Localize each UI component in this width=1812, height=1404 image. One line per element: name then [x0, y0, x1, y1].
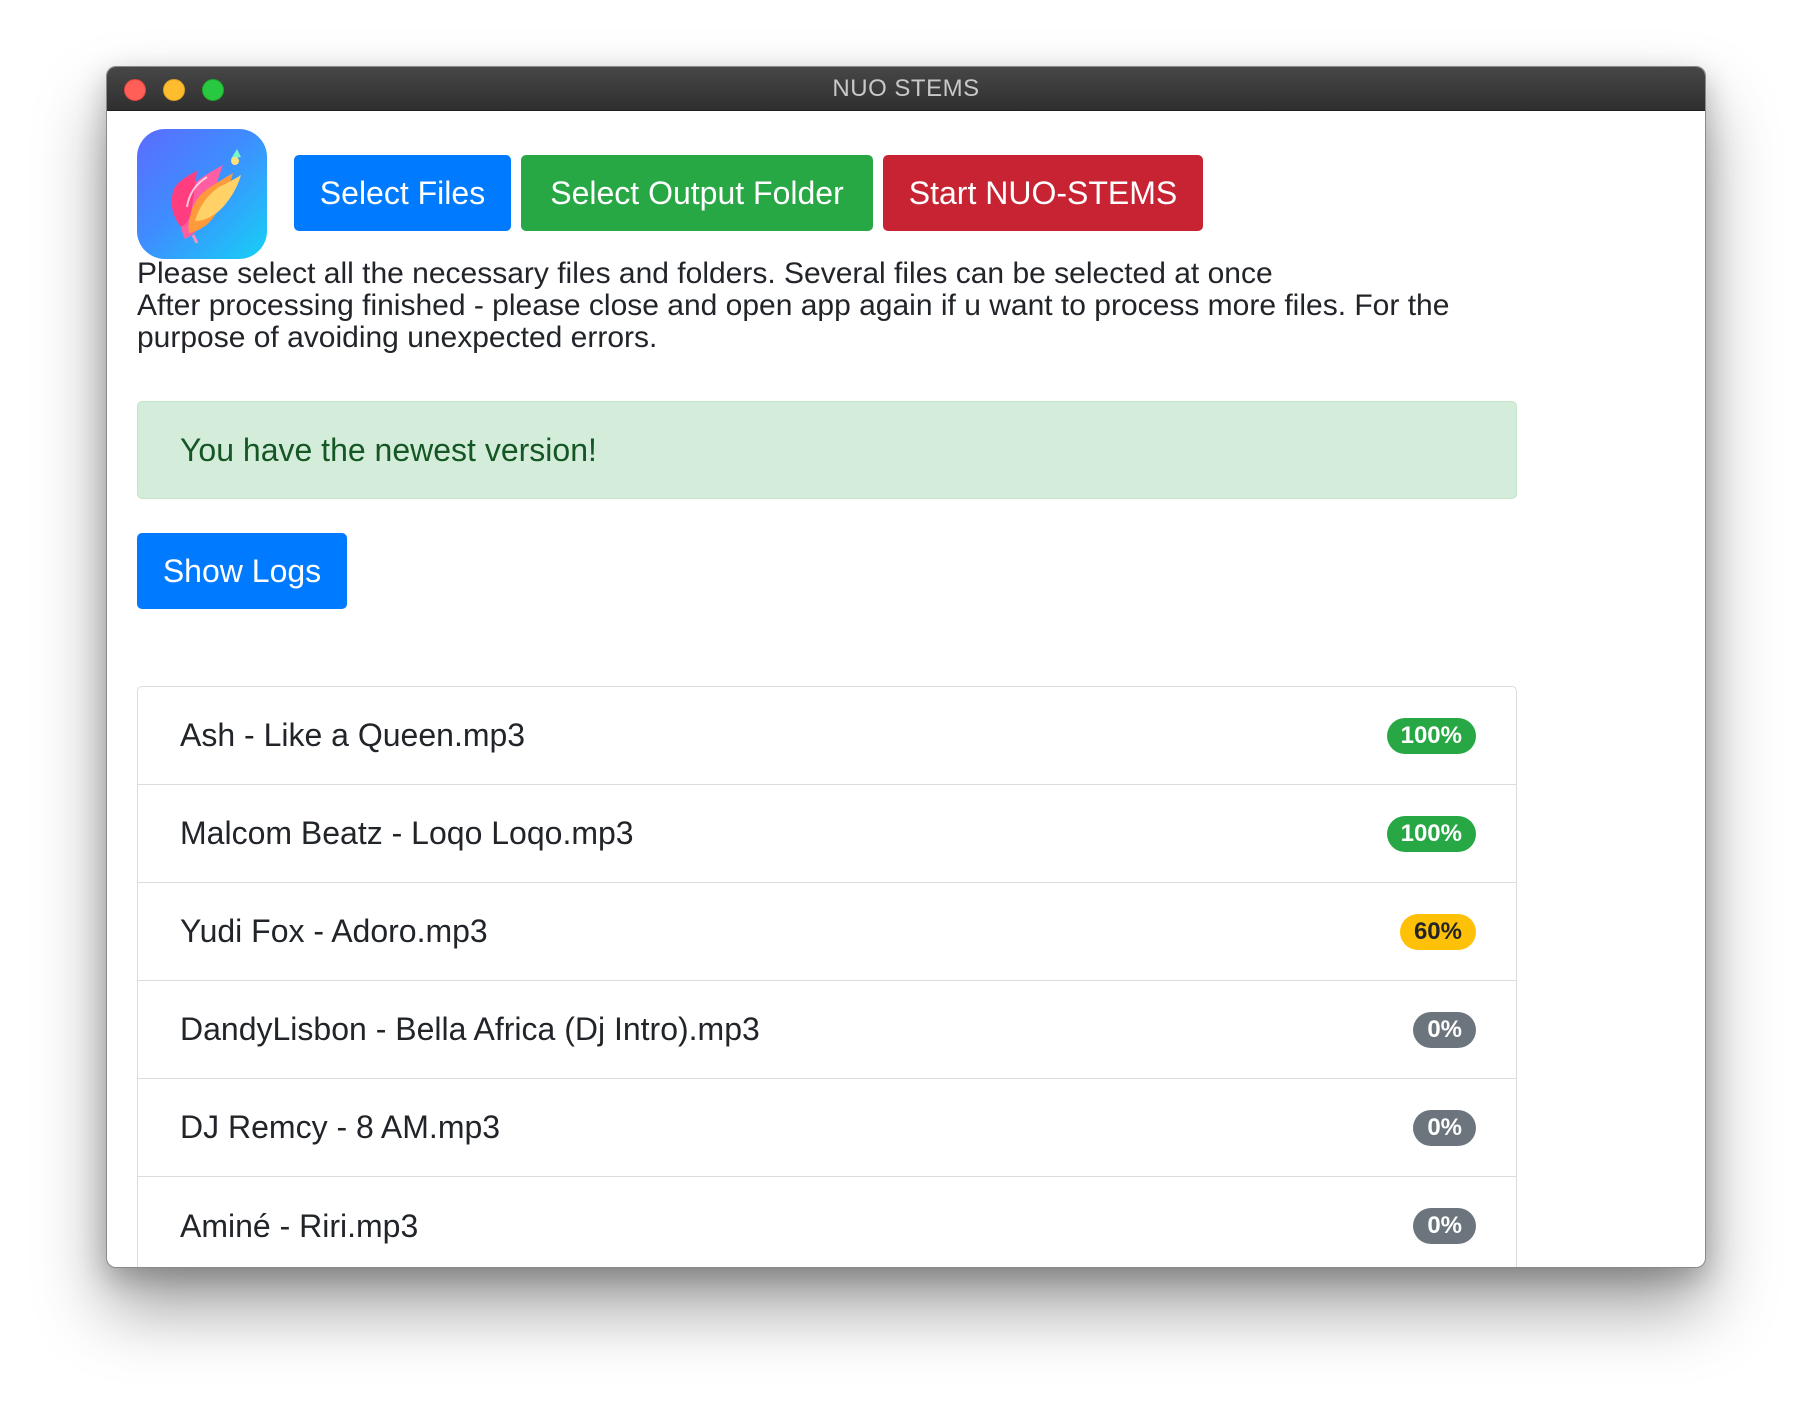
file-list-item[interactable]: Ash - Like a Queen.mp3 100% — [138, 687, 1516, 785]
app-logo-icon — [137, 129, 267, 259]
progress-badge: 60% — [1399, 913, 1476, 950]
file-name: DJ Remcy - 8 AM.mp3 — [180, 1109, 501, 1145]
window-title: NUO STEMS — [832, 75, 980, 102]
start-nuo-stems-button[interactable]: Start NUO-STEMS — [883, 155, 1203, 231]
show-logs-button[interactable]: Show Logs — [137, 533, 347, 609]
file-name: Aminé - Riri.mp3 — [180, 1207, 419, 1244]
instructions-line-2: After processing finished - please close… — [137, 289, 1450, 354]
file-list-item[interactable]: Yudi Fox - Adoro.mp3 60% — [138, 883, 1516, 981]
title-bar[interactable]: NUO STEMS — [107, 67, 1705, 111]
file-list-item[interactable]: DJ Remcy - 8 AM.mp3 0% — [138, 1079, 1516, 1177]
file-list-item[interactable]: DandyLisbon - Bella Africa (Dj Intro).mp… — [138, 981, 1516, 1079]
file-name: Malcom Beatz - Loqo Loqo.mp3 — [180, 815, 634, 851]
file-list-item[interactable]: Aminé - Riri.mp3 0% — [138, 1177, 1516, 1267]
file-list: Ash - Like a Queen.mp3 100% Malcom Beatz… — [137, 686, 1517, 1267]
progress-badge: 100% — [1386, 815, 1476, 852]
file-name: Yudi Fox - Adoro.mp3 — [180, 913, 488, 949]
progress-badge: 100% — [1386, 717, 1476, 754]
progress-badge: 0% — [1413, 1011, 1476, 1048]
file-list-item[interactable]: Malcom Beatz - Loqo Loqo.mp3 100% — [138, 785, 1516, 883]
progress-badge: 0% — [1413, 1109, 1476, 1146]
select-files-button[interactable]: Select Files — [294, 155, 511, 231]
select-output-folder-button[interactable]: Select Output Folder — [521, 155, 873, 231]
app-window: NUO STEMS Select Files Select Output Fol… — [106, 66, 1706, 1268]
version-alert: You have the newest version! — [137, 401, 1517, 499]
main-content: Select Files Select Output Folder Start … — [107, 111, 1705, 1267]
instructions-text: Please select all the necessary files an… — [137, 258, 1527, 354]
instructions-line-1: Please select all the necessary files an… — [137, 257, 1273, 290]
progress-badge: 0% — [1413, 1208, 1476, 1244]
file-name: Ash - Like a Queen.mp3 — [180, 717, 526, 753]
file-name: DandyLisbon - Bella Africa (Dj Intro).mp… — [180, 1011, 760, 1047]
version-alert-message: You have the newest version! — [180, 431, 597, 468]
